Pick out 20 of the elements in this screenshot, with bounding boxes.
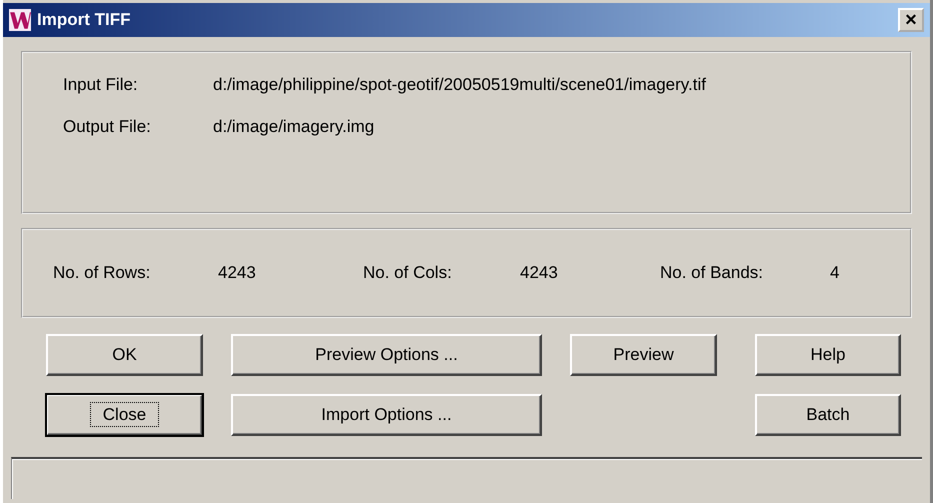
field-value: 4: [830, 263, 840, 283]
field-label: No. of Cols:: [363, 263, 453, 283]
field-label: Input File:: [63, 75, 139, 95]
dialog-button[interactable]: Close: [46, 394, 203, 436]
field-label: No. of Bands:: [660, 263, 764, 283]
dialog-button[interactable]: Preview: [570, 334, 717, 376]
window-title: Import TIFF: [37, 10, 132, 30]
file-path: d:/image/imagery.img: [213, 117, 374, 137]
field-label: No. of Rows:: [53, 263, 152, 283]
field-value: 4243: [520, 263, 559, 283]
close-button[interactable]: ×: [898, 8, 924, 32]
field-value: 4243: [218, 263, 257, 283]
dialog-button[interactable]: Import Options ...: [231, 394, 542, 436]
app-logo-icon: [9, 9, 31, 31]
dialog-button[interactable]: Preview Options ...: [231, 334, 542, 376]
file-path: d:/image/philippine/spot-geotif/20050519multi/scene01/imagery.tif: [213, 75, 706, 95]
dialog-button[interactable]: Help: [755, 334, 901, 376]
dialog-button[interactable]: OK: [46, 334, 203, 376]
field-label: Output File:: [63, 117, 152, 137]
dialog-button[interactable]: Batch: [755, 394, 901, 436]
